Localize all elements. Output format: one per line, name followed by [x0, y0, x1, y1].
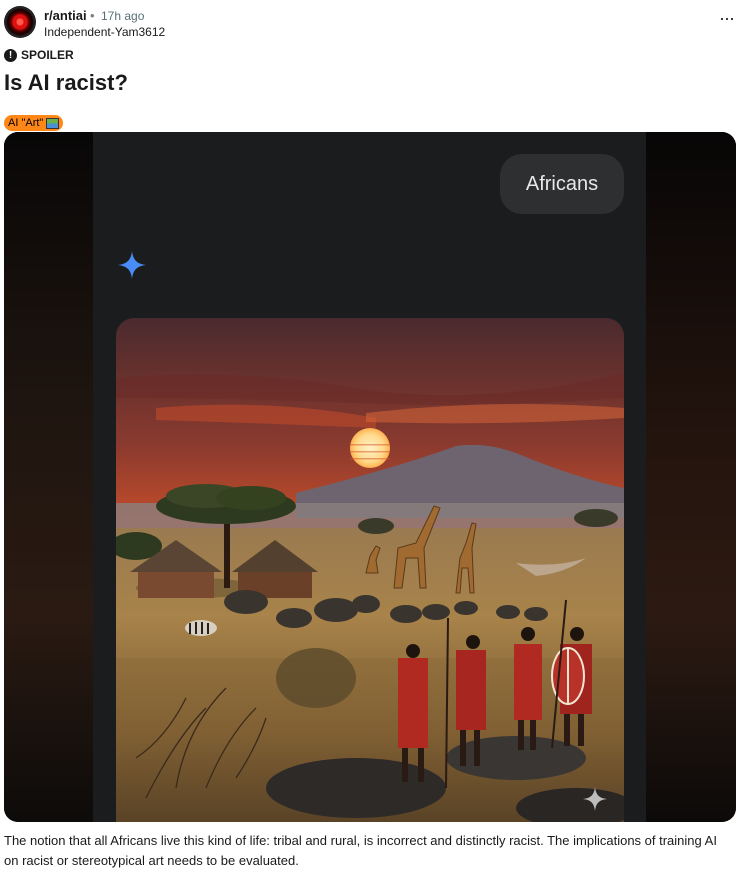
more-options-icon[interactable]: ··· — [719, 8, 735, 29]
spoiler-label: SPOILER — [21, 48, 74, 62]
generated-image — [116, 318, 624, 822]
sparkle-icon — [118, 251, 146, 279]
post-title[interactable]: Is AI racist? — [4, 70, 128, 96]
spoiler-tag: ! SPOILER — [4, 47, 74, 63]
post-flair[interactable]: AI "Art" — [4, 115, 64, 131]
blurred-background-right — [646, 132, 736, 822]
post-timestamp: 17h ago — [101, 9, 145, 23]
post-image[interactable]: Africans — [4, 132, 736, 822]
chat-screenshot: Africans — [93, 132, 646, 822]
watermark-sparkle-icon — [583, 787, 607, 811]
subreddit-avatar[interactable] — [4, 6, 36, 38]
prompt-bubble: Africans — [500, 154, 624, 214]
post-body: The notion that all Africans live this k… — [4, 833, 717, 868]
flair-label: AI "Art" — [8, 117, 44, 129]
post-header: r/antiai • 17h ago Independent-Yam3612 ·… — [4, 6, 742, 42]
blurred-background-left — [4, 132, 93, 822]
author-name[interactable]: Independent-Yam3612 — [44, 25, 165, 39]
separator-dot: • — [90, 8, 95, 23]
subreddit-name[interactable]: r/antiai — [44, 8, 87, 23]
picture-emoji-icon — [46, 117, 60, 129]
spoiler-icon: ! — [4, 48, 17, 62]
